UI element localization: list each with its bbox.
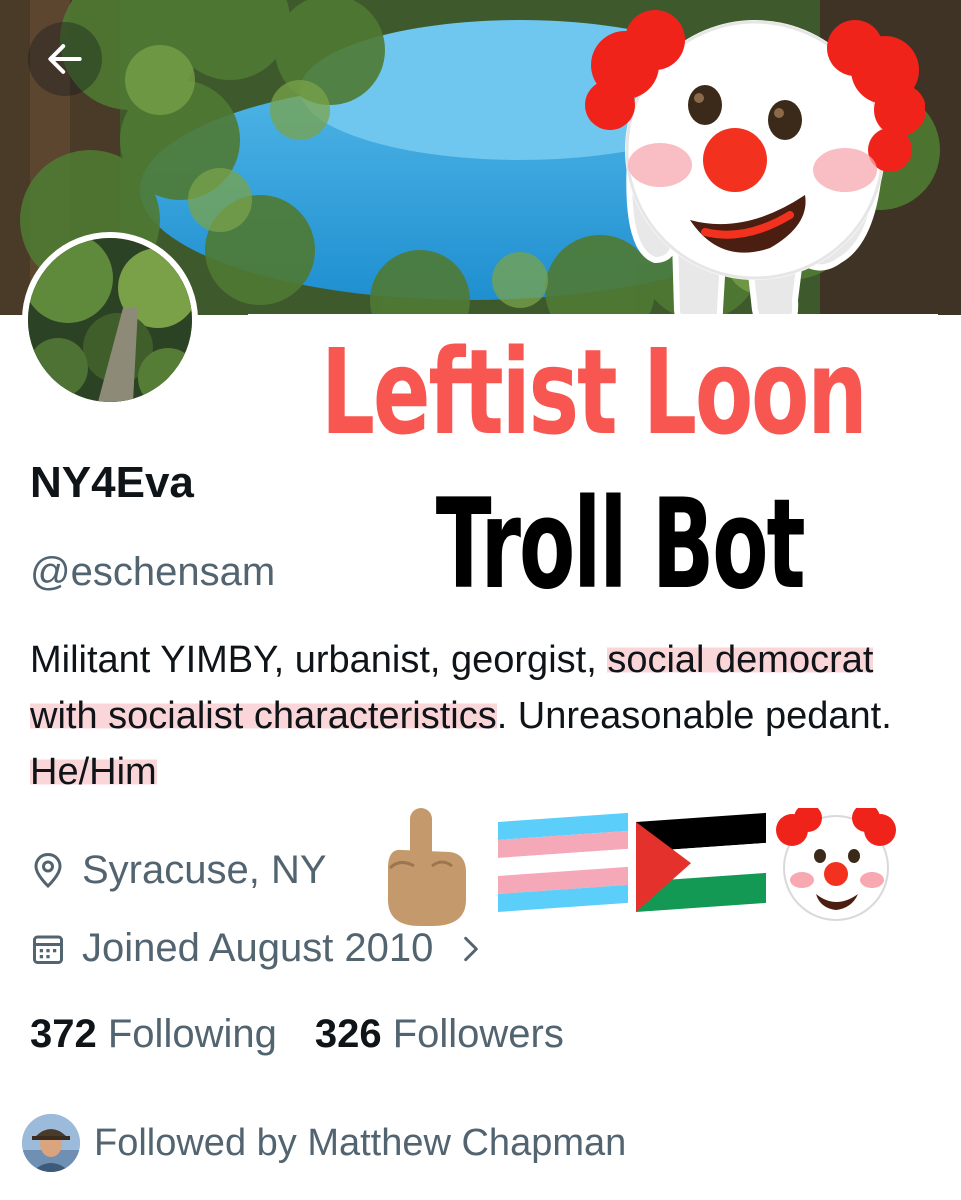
location-pin-icon	[34, 852, 62, 888]
follower-avatar	[22, 1114, 80, 1172]
bio-text: Militant YIMBY, urbanist, georgist,	[30, 639, 608, 681]
following-label: Following	[107, 1012, 277, 1056]
bio-text: . Unreasonable pedant.	[496, 695, 892, 737]
followers-label: Followers	[392, 1012, 564, 1056]
overlay-headline: Leftist Loon	[248, 314, 938, 470]
back-button[interactable]	[28, 22, 102, 96]
calendar-icon	[33, 935, 63, 964]
location-text: Syracuse, NY	[82, 848, 327, 892]
followed-by-text: Followed by Matthew Chapman	[94, 1121, 627, 1164]
clown-sticker-icon	[585, 10, 925, 340]
overlay-subheadline: Troll Bot	[398, 478, 842, 612]
profile-avatar[interactable]	[22, 232, 198, 408]
followed-by-row[interactable]: Followed by Matthew Chapman	[22, 1114, 626, 1172]
user-handle: @eschensam	[30, 550, 276, 594]
profile-bio: Militant YIMBY, urbanist, georgist, soci…	[30, 632, 930, 800]
chevron-right-icon[interactable]	[455, 931, 487, 967]
following-count: 372	[30, 1012, 97, 1056]
display-name: NY4Eva	[30, 458, 194, 507]
bio-emojis	[388, 808, 896, 926]
joined-text: Joined August 2010	[82, 926, 434, 970]
following-link[interactable]: 372 Following	[30, 1012, 277, 1057]
palestine-flag-emoji	[636, 812, 766, 912]
followers-link[interactable]: 326 Followers	[315, 1012, 564, 1057]
followers-count: 326	[314, 1012, 382, 1056]
middle-finger-emoji	[388, 808, 466, 926]
location-row: Syracuse, NY	[30, 848, 327, 893]
bio-pronouns: He/Him	[30, 751, 157, 793]
transgender-flag-emoji	[498, 812, 628, 912]
follow-stats: 372 Following 326 Followers	[30, 1012, 564, 1057]
clown-face-emoji	[776, 808, 896, 921]
joined-row[interactable]: Joined August 2010	[30, 926, 503, 971]
arrow-left-icon	[48, 44, 82, 74]
